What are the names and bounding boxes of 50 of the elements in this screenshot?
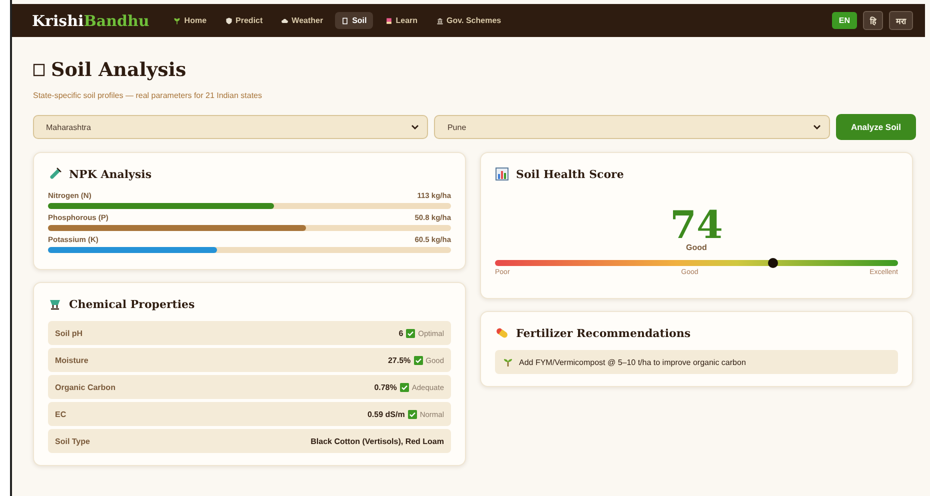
state-dropdown[interactable]: Maharashtra [33, 115, 428, 139]
property-label: Soil pH [55, 328, 83, 338]
property-value: Black Cotton (Vertisols), Red Loam [310, 436, 444, 446]
bar-chart-icon [495, 167, 509, 181]
page-subtitle: State-specific soil profiles — real parameters for 21 Indian states [33, 91, 263, 100]
brand-logo[interactable]: KrishiBandhu [32, 12, 150, 30]
nav-link[interactable]: Gov. Schemes [430, 12, 508, 29]
district-dropdown[interactable]: Pune [434, 115, 830, 139]
property-label: Soil Type [55, 436, 90, 446]
checkmark-icon [406, 328, 416, 338]
property-value: 0.59 dS/m [367, 410, 405, 418]
nav-link[interactable]: Predict [218, 12, 269, 29]
checkmark-icon [408, 410, 417, 418]
nav-link[interactable]: Home [167, 12, 213, 29]
property-value: 6 [398, 328, 404, 338]
bank-icon [436, 16, 444, 24]
card-title: NPK Analysis [69, 168, 152, 180]
health-rating: Good [685, 243, 708, 252]
nav-link[interactable]: Soil [335, 12, 373, 29]
sprout-icon [173, 16, 182, 24]
chevron-down-icon [411, 124, 420, 130]
chevron-down-icon [812, 124, 821, 130]
nav-link[interactable]: Weather [274, 12, 330, 29]
property-value: 27.5% [388, 356, 411, 364]
property-label: Organic Carbon [55, 382, 116, 392]
checkmark-icon [414, 356, 423, 364]
cloud-icon [280, 16, 289, 24]
nav-link[interactable]: Learn [378, 12, 424, 29]
analyze-soil-button[interactable]: Analyze Soil [836, 114, 916, 140]
language-button[interactable]: मरा [889, 11, 913, 30]
card-title: Fertilizer Recommendations [516, 326, 691, 340]
missing-glyph-icon [341, 16, 350, 24]
property-value: 0.78% [374, 382, 397, 392]
pill-icon [495, 326, 509, 340]
recommendation-text: Add FYM/Vermicompost @ 5–10 t/ha to improve organic carbon [519, 358, 746, 366]
shield-icon [224, 16, 233, 24]
language-button[interactable]: EN [832, 12, 857, 29]
card-title: Chemical Properties [69, 298, 195, 310]
flask-icon [48, 297, 62, 311]
test-tube-icon [48, 167, 62, 181]
page-title: Soil Analysis [51, 59, 186, 81]
missing-glyph-icon [33, 63, 45, 77]
checkmark-icon [400, 382, 409, 392]
book-icon [384, 16, 393, 24]
card-title: Soil Health Score [516, 168, 624, 180]
seedling-icon [503, 357, 513, 367]
health-score: 74 [669, 207, 724, 243]
property-label: EC [55, 410, 66, 418]
property-label: Moisture [55, 356, 88, 364]
language-button[interactable]: हि [863, 11, 883, 30]
